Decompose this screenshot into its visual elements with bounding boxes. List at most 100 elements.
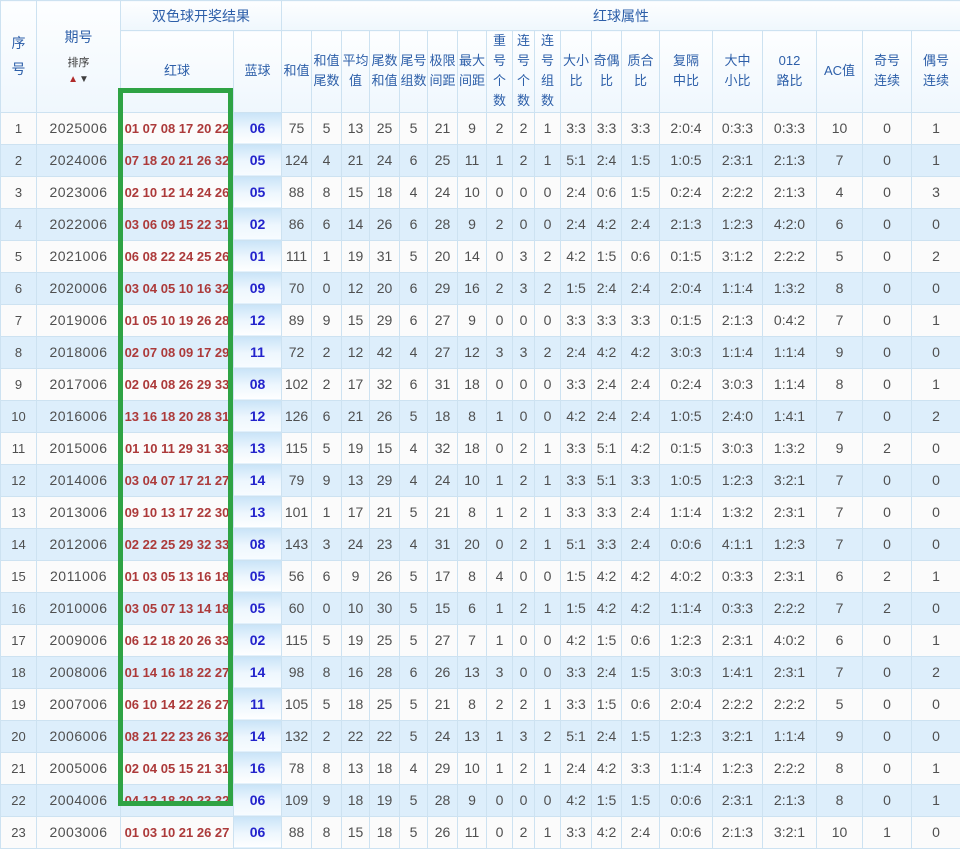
sort-descending-icon[interactable]: ▼ bbox=[79, 74, 89, 85]
attr-value-cell: 1:2:3 bbox=[713, 464, 763, 496]
attr-value-cell: 0:0:6 bbox=[660, 528, 713, 560]
attr-value-cell: 2:4 bbox=[622, 368, 660, 400]
attr-value-cell: 0:6 bbox=[622, 688, 660, 720]
attr-value-cell: 17 bbox=[342, 496, 370, 528]
period-cell: 2021006 bbox=[37, 240, 121, 272]
attr-value-cell: 9 bbox=[312, 304, 342, 336]
red-balls-cell: 02 10 12 14 24 26 bbox=[121, 176, 234, 208]
attr-value-cell: 0:4:2 bbox=[763, 304, 817, 336]
attr-value-cell: 2 bbox=[863, 432, 912, 464]
attr-value-cell: 3 bbox=[513, 240, 535, 272]
attr-value-cell: 1:1:4 bbox=[763, 720, 817, 752]
attr-value-cell: 2:4 bbox=[561, 336, 592, 368]
attr-value-cell: 2 bbox=[863, 560, 912, 592]
attr-value-cell: 3 bbox=[513, 720, 535, 752]
attr-value-cell: 4 bbox=[400, 432, 428, 464]
attr-value-cell: 1:5 bbox=[622, 144, 660, 176]
attr-value-cell: 4:2 bbox=[622, 592, 660, 624]
attr-value-cell: 0 bbox=[863, 176, 912, 208]
attr-value-cell: 2:2:2 bbox=[713, 688, 763, 720]
blue-ball-cell: 14 bbox=[234, 464, 282, 496]
attr-value-cell: 19 bbox=[342, 432, 370, 464]
attr-value-cell: 0 bbox=[535, 400, 561, 432]
attr-value-cell: 7 bbox=[817, 144, 863, 176]
table-row: 11201500601 10 11 29 31 3313115519154321… bbox=[1, 432, 960, 464]
blue-ball-cell: 05 bbox=[234, 176, 282, 208]
attr-value-cell: 2:4 bbox=[622, 816, 660, 848]
attr-column-header: 和值 bbox=[282, 31, 312, 113]
attr-value-cell: 6 bbox=[400, 144, 428, 176]
period-cell: 2025006 bbox=[37, 112, 121, 144]
attr-value-cell: 2 bbox=[513, 592, 535, 624]
group-header-draw-result: 双色球开奖结果 bbox=[121, 1, 282, 31]
attr-value-cell: 23 bbox=[370, 528, 400, 560]
attr-value-cell: 1 bbox=[535, 144, 561, 176]
attr-value-cell: 2 bbox=[487, 272, 513, 304]
attr-value-cell: 29 bbox=[370, 464, 400, 496]
attr-value-cell: 0 bbox=[535, 304, 561, 336]
attr-value-cell: 111 bbox=[282, 240, 312, 272]
sort-ascending-icon[interactable]: ▲ bbox=[68, 74, 78, 85]
table-row: 18200800601 14 16 18 22 2714988162862613… bbox=[1, 656, 960, 688]
attr-value-cell: 5 bbox=[400, 784, 428, 816]
attr-value-cell: 2 bbox=[535, 272, 561, 304]
attr-value-cell: 25 bbox=[370, 624, 400, 656]
attr-value-cell: 26 bbox=[370, 560, 400, 592]
attr-value-cell: 2 bbox=[535, 720, 561, 752]
attr-value-cell: 0:0:6 bbox=[660, 784, 713, 816]
attr-value-cell: 2 bbox=[513, 112, 535, 144]
attr-value-cell: 8 bbox=[817, 784, 863, 816]
attr-value-cell: 5 bbox=[400, 816, 428, 848]
attr-value-cell: 9 bbox=[458, 208, 487, 240]
attr-value-cell: 2:4 bbox=[622, 496, 660, 528]
attr-value-cell: 9 bbox=[817, 432, 863, 464]
attr-value-cell: 1 bbox=[487, 752, 513, 784]
blue-ball-cell: 13 bbox=[234, 496, 282, 528]
attr-value-cell: 3:3 bbox=[592, 304, 622, 336]
attr-value-cell: 10 bbox=[817, 816, 863, 848]
attr-value-cell: 3:3 bbox=[592, 496, 622, 528]
attr-value-cell: 28 bbox=[370, 656, 400, 688]
attr-value-cell: 27 bbox=[428, 304, 458, 336]
blue-ball-cell: 14 bbox=[234, 720, 282, 752]
period-cell: 2009006 bbox=[37, 624, 121, 656]
attr-value-cell: 15 bbox=[428, 592, 458, 624]
attr-value-cell: 7 bbox=[817, 464, 863, 496]
attr-value-cell: 3:1:2 bbox=[713, 240, 763, 272]
blue-ball-cell: 06 bbox=[234, 784, 282, 816]
attr-value-cell: 0 bbox=[487, 528, 513, 560]
attr-value-cell: 72 bbox=[282, 336, 312, 368]
period-cell: 2024006 bbox=[37, 144, 121, 176]
attr-column-header: 重号个数 bbox=[487, 31, 513, 113]
attr-value-cell: 28 bbox=[428, 208, 458, 240]
attr-value-cell: 1 bbox=[535, 464, 561, 496]
attr-value-cell: 1:4:1 bbox=[763, 400, 817, 432]
attr-column-header: 奇偶比 bbox=[592, 31, 622, 113]
attr-value-cell: 1:5 bbox=[561, 592, 592, 624]
attr-value-cell: 0:2:4 bbox=[660, 368, 713, 400]
attr-value-cell: 1 bbox=[487, 400, 513, 432]
attr-value-cell: 21 bbox=[428, 496, 458, 528]
table-row: 17200900606 12 18 20 26 3302115519255277… bbox=[1, 624, 960, 656]
attr-value-cell: 2 bbox=[513, 528, 535, 560]
attr-value-cell: 4 bbox=[400, 464, 428, 496]
attr-value-cell: 1:5 bbox=[561, 560, 592, 592]
blue-ball-cell: 16 bbox=[234, 752, 282, 784]
attr-value-cell: 1:1:4 bbox=[763, 368, 817, 400]
attr-value-cell: 0:6 bbox=[592, 176, 622, 208]
red-balls-cell: 03 06 09 15 22 31 bbox=[121, 208, 234, 240]
blue-ball-cell: 08 bbox=[234, 368, 282, 400]
attr-value-cell: 2 bbox=[513, 432, 535, 464]
attr-value-cell: 79 bbox=[282, 464, 312, 496]
attr-value-cell: 2:2:2 bbox=[713, 176, 763, 208]
red-balls-cell: 07 18 20 21 26 32 bbox=[121, 144, 234, 176]
attr-value-cell: 1:5 bbox=[592, 784, 622, 816]
blue-ball-cell: 11 bbox=[234, 688, 282, 720]
attr-value-cell: 27 bbox=[428, 624, 458, 656]
table-row: 21200500602 04 05 15 21 3116788131842910… bbox=[1, 752, 960, 784]
attr-value-cell: 5:1 bbox=[561, 720, 592, 752]
attr-value-cell: 15 bbox=[342, 176, 370, 208]
attr-value-cell: 0 bbox=[863, 208, 912, 240]
table-row: 13201300609 10 13 17 22 3013101117215218… bbox=[1, 496, 960, 528]
attr-value-cell: 2:4 bbox=[592, 656, 622, 688]
